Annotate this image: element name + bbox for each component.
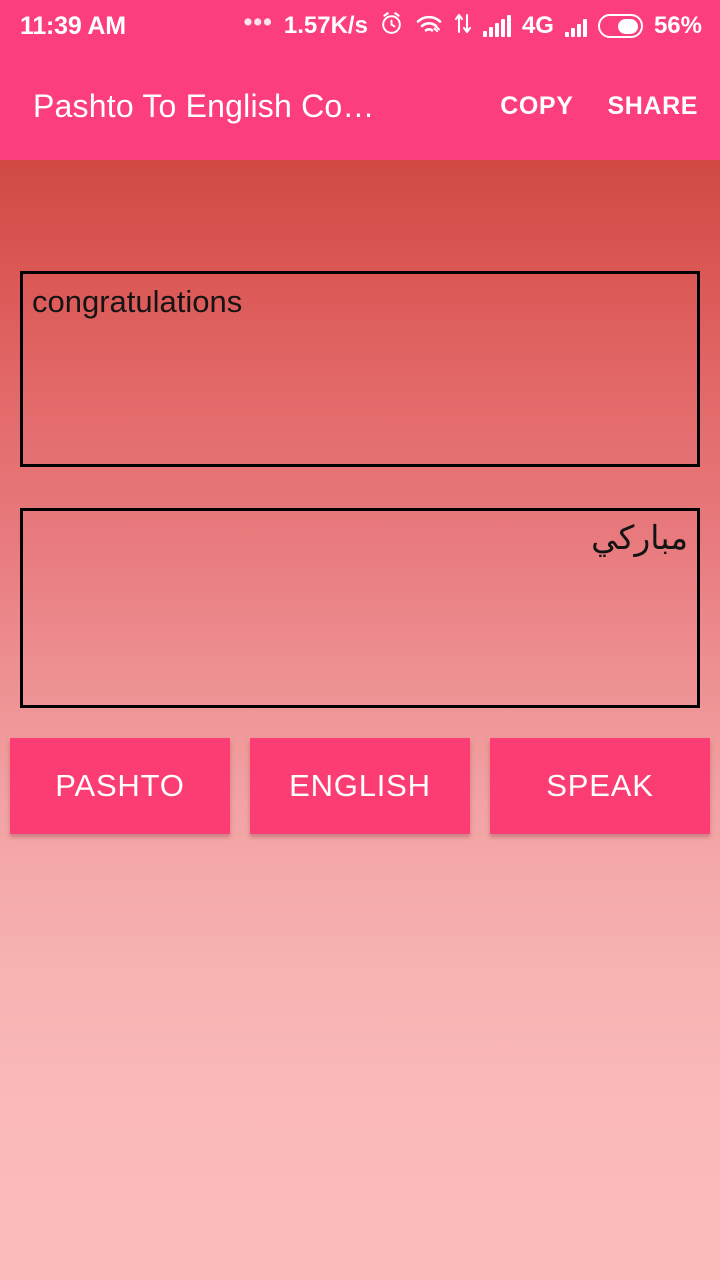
alarm-clock-icon	[379, 11, 404, 41]
pashto-button[interactable]: PASHTO	[10, 738, 230, 834]
english-text-input[interactable]: congratulations	[20, 271, 700, 467]
status-bar-clock: 11:39 AM	[20, 11, 126, 40]
network-speed-label: 1.57K/s	[283, 12, 368, 39]
pashto-text-value: مبارکي	[591, 519, 688, 556]
english-button[interactable]: ENGLISH	[250, 738, 470, 834]
network-type-label: 4G	[521, 12, 554, 39]
battery-level-label: 56%	[653, 12, 702, 39]
cellular-signal-secondary-icon	[564, 15, 587, 37]
speak-button[interactable]: SPEAK	[490, 738, 710, 834]
app-bar: Pashto To English Co… COPY SHARE	[0, 52, 720, 160]
status-bar: 11:39 AM ••• 1.57K/s 4G 56%	[0, 0, 720, 52]
action-button-row: PASHTO ENGLISH SPEAK	[0, 738, 720, 838]
app-screen: 11:39 AM ••• 1.57K/s 4G 56% Pashto To En…	[0, 0, 720, 1280]
battery-icon	[597, 14, 643, 38]
battery-fill	[618, 18, 639, 34]
share-button[interactable]: SHARE	[607, 92, 698, 121]
overflow-dots-icon: •••	[243, 8, 273, 36]
wifi-icon	[415, 12, 443, 41]
data-transfer-arrows-icon	[454, 12, 472, 41]
cellular-signal-icon	[482, 15, 511, 37]
status-bar-icons: ••• 1.57K/s 4G 56%	[243, 8, 702, 41]
copy-button[interactable]: COPY	[500, 92, 573, 121]
page-title: Pashto To English Co…	[33, 87, 375, 124]
pashto-text-input[interactable]: مبارکي	[20, 508, 700, 708]
